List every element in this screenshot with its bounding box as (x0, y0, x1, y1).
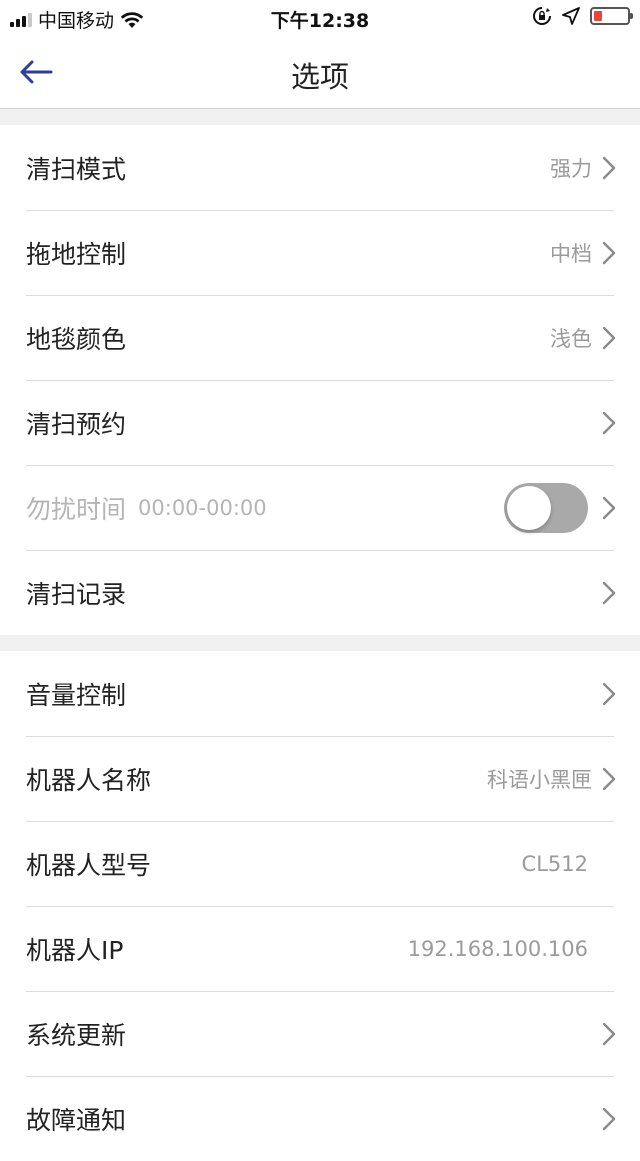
row-label: 勿扰时间 (26, 494, 127, 524)
nav-bar: 选项 (0, 36, 640, 109)
dnd-time-range: 00:00-00:00 (138, 495, 267, 520)
chevron-right-icon (602, 1107, 616, 1130)
row-mop-control[interactable]: 拖地控制 中档 (26, 210, 640, 295)
row-do-not-disturb[interactable]: 勿扰时间 00:00-00:00 (26, 465, 640, 550)
row-value: 192.168.100.106 (407, 936, 588, 961)
page-title: 选项 (290, 60, 349, 94)
row-value: 科语小黑匣 (487, 767, 592, 792)
chevron-right-icon (602, 682, 616, 705)
chevron-right-icon (602, 1022, 616, 1045)
row-label: 机器人IP (26, 935, 124, 965)
location-arrow-icon (562, 7, 580, 25)
row-value: 强力 (550, 156, 592, 181)
row-robot-model: 机器人型号 CL512 (26, 821, 640, 906)
row-clean-mode[interactable]: 清扫模式 强力 (26, 125, 640, 210)
row-label: 机器人型号 (26, 850, 152, 880)
battery-icon (590, 7, 633, 25)
row-label: 音量控制 (26, 680, 127, 710)
row-robot-name[interactable]: 机器人名称 科语小黑匣 (26, 736, 640, 821)
row-fault-notification[interactable]: 故障通知 (26, 1076, 640, 1161)
row-label: 机器人名称 (26, 765, 152, 795)
row-volume-control[interactable]: 音量控制 (26, 651, 640, 736)
section-gap (0, 635, 640, 651)
status-bar: 中国移动 下午12:38 (0, 0, 640, 36)
row-robot-ip: 机器人IP 192.168.100.106 (26, 906, 640, 991)
row-label: 清扫记录 (26, 579, 127, 609)
row-value: 浅色 (550, 326, 592, 351)
dnd-toggle[interactable] (504, 482, 588, 533)
row-clean-records[interactable]: 清扫记录 (26, 550, 640, 635)
row-system-update[interactable]: 系统更新 (26, 991, 640, 1076)
row-label: 拖地控制 (26, 239, 127, 269)
row-value: CL512 (521, 851, 588, 876)
row-value: 中档 (550, 241, 592, 266)
row-label: 故障通知 (26, 1105, 127, 1135)
row-clean-schedule[interactable]: 清扫预约 (26, 380, 640, 465)
row-carpet-color[interactable]: 地毯颜色 浅色 (26, 295, 640, 380)
settings-group-cleaning: 清扫模式 强力 拖地控制 中档 地毯颜色 浅色 清扫预约 勿扰时间 00:00-… (0, 125, 640, 635)
orientation-lock-icon (533, 7, 551, 25)
chevron-right-icon (602, 581, 616, 604)
chevron-right-icon (602, 411, 616, 434)
chevron-right-icon (602, 241, 616, 264)
row-label: 清扫预约 (26, 409, 127, 439)
row-label: 系统更新 (26, 1020, 127, 1050)
chevron-right-icon (602, 156, 616, 179)
status-right (532, 6, 633, 26)
chevron-right-icon (602, 326, 616, 349)
section-gap (0, 109, 640, 125)
row-label: 清扫模式 (26, 154, 127, 184)
row-label: 地毯颜色 (26, 324, 127, 354)
chevron-right-icon (602, 767, 616, 790)
chevron-right-icon (602, 496, 616, 519)
settings-group-robot: 音量控制 机器人名称 科语小黑匣 机器人型号 CL512 机器人IP 192.1… (0, 651, 640, 1161)
